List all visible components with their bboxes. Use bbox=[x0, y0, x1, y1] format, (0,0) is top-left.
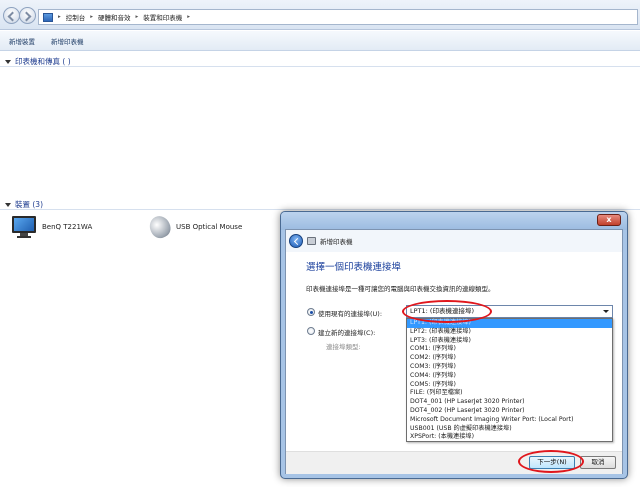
port-dropdown-list: LPT1: (印表機連接埠) LPT2: (印表機連接埠) LPT3: (印表機… bbox=[406, 318, 613, 442]
address-bar: ▸ 控制台 ▸ 硬體和音效 ▸ 裝置和印表機 ▸ bbox=[0, 0, 640, 30]
dialog-header: 新增印表機 bbox=[286, 230, 622, 252]
list-item[interactable]: DOT4_001 (HP LaserJet 3020 Printer) bbox=[407, 398, 612, 407]
mouse-icon bbox=[146, 212, 174, 242]
close-button[interactable]: x bbox=[597, 214, 621, 226]
list-item[interactable]: XPSPort: (本機連接埠) bbox=[407, 433, 612, 442]
list-item[interactable]: FILE: (列印至檔案) bbox=[407, 389, 612, 398]
breadcrumb-devices-printers[interactable]: 裝置和印表機 bbox=[143, 12, 182, 22]
divider bbox=[0, 209, 640, 210]
add-printer-button[interactable]: 新增印表機 bbox=[51, 36, 84, 46]
highlight-ellipse-port bbox=[402, 300, 492, 323]
chevron-right-icon[interactable]: ▸ bbox=[136, 14, 139, 20]
list-item[interactable]: COM1: (序列埠) bbox=[407, 345, 612, 354]
chevron-right-icon[interactable]: ▸ bbox=[187, 14, 190, 20]
chevron-down-icon[interactable] bbox=[603, 310, 609, 313]
list-item[interactable]: COM3: (序列埠) bbox=[407, 363, 612, 372]
control-panel-icon bbox=[43, 12, 53, 22]
collapse-triangle-icon[interactable] bbox=[5, 202, 11, 207]
list-item[interactable]: DOT4_002 (HP LaserJet 3020 Printer) bbox=[407, 407, 612, 416]
chevron-right-icon[interactable]: ▸ bbox=[90, 14, 93, 20]
list-item[interactable]: COM2: (序列埠) bbox=[407, 354, 612, 363]
printer-icon bbox=[307, 237, 316, 245]
highlight-ellipse-next bbox=[518, 450, 584, 473]
forward-button[interactable] bbox=[19, 7, 36, 24]
breadcrumb-control-panel[interactable]: 控制台 bbox=[66, 12, 86, 22]
create-new-port-label[interactable]: 建立新的連接埠(C): bbox=[318, 327, 375, 337]
page-title: 選擇一個印表機連接埠 bbox=[306, 262, 402, 273]
command-bar: 新增裝置 新增印表機 bbox=[0, 31, 640, 51]
list-item[interactable]: LPT2: (印表機連接埠) bbox=[407, 328, 612, 337]
use-existing-port-radio[interactable] bbox=[307, 308, 315, 316]
back-arrow-icon[interactable] bbox=[289, 234, 303, 248]
breadcrumb[interactable]: ▸ 控制台 ▸ 硬體和音效 ▸ 裝置和印表機 ▸ bbox=[38, 9, 638, 25]
back-button[interactable] bbox=[3, 7, 20, 24]
device-monitor[interactable]: BenQ T221WA bbox=[12, 216, 92, 238]
chevron-right-icon[interactable]: ▸ bbox=[58, 14, 61, 20]
monitor-icon bbox=[12, 216, 36, 238]
list-item[interactable]: Microsoft Document Imaging Writer Port: … bbox=[407, 416, 612, 425]
port-type-label: 連接埠類型: bbox=[326, 343, 361, 351]
cancel-button[interactable]: 取消 bbox=[580, 456, 616, 469]
breadcrumb-hardware-sound[interactable]: 硬體和音效 bbox=[98, 12, 131, 22]
use-existing-port-label[interactable]: 使用現有的連接埠(U): bbox=[318, 308, 382, 318]
divider bbox=[0, 66, 640, 67]
dialog-title: 新增印表機 bbox=[320, 238, 353, 246]
page-description: 印表機連接埠是一種可讓您的電腦與印表機交換資訊的連線類型。 bbox=[306, 285, 495, 293]
device-mouse[interactable]: USB Optical Mouse bbox=[146, 212, 243, 242]
list-item[interactable]: COM4: (序列埠) bbox=[407, 372, 612, 381]
device-label: USB Optical Mouse bbox=[176, 223, 243, 231]
device-label: BenQ T221WA bbox=[42, 223, 93, 231]
create-new-port-radio[interactable] bbox=[307, 327, 315, 335]
dialog-titlebar[interactable] bbox=[281, 212, 627, 230]
add-device-button[interactable]: 新增裝置 bbox=[9, 36, 35, 46]
collapse-triangle-icon[interactable] bbox=[5, 59, 11, 64]
